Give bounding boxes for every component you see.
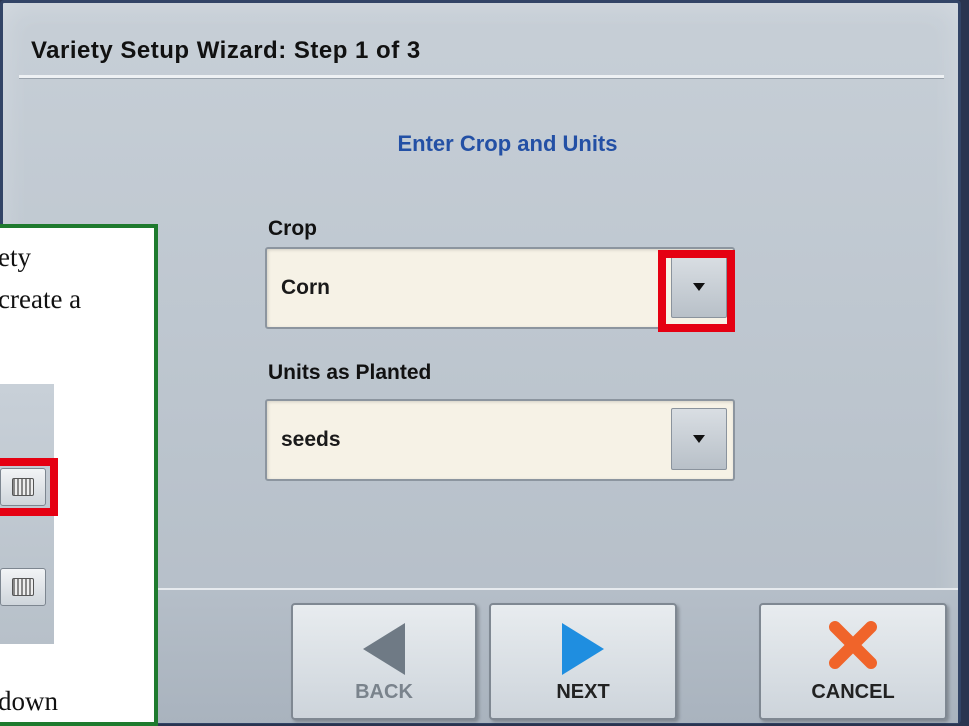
crop-label: Crop: [268, 217, 317, 240]
units-label: Units as Planted: [268, 361, 432, 384]
cancel-button-label: CANCEL: [811, 681, 895, 703]
callout-text-line3: down: [0, 686, 58, 716]
units-dropdown[interactable]: seeds: [265, 399, 735, 481]
next-button-label: NEXT: [556, 681, 610, 703]
units-value: seeds: [281, 428, 341, 451]
wizard-subtitle: Enter Crop and Units: [397, 131, 618, 156]
instruction-callout: ety create a down: [0, 224, 158, 726]
close-icon: [827, 619, 879, 676]
title-divider: [19, 75, 944, 79]
callout-text-line2: create a: [0, 284, 82, 314]
back-arrow-icon: [359, 619, 409, 684]
keyboard-button: [0, 568, 46, 606]
units-dropdown-button[interactable]: [671, 408, 727, 470]
crop-value: Corn: [281, 276, 330, 299]
cancel-button[interactable]: CANCEL: [759, 603, 947, 720]
back-button[interactable]: BACK: [291, 603, 477, 720]
keyboard-highlight: [0, 458, 58, 516]
callout-text-line1: ety: [0, 242, 31, 272]
next-arrow-icon: [558, 619, 608, 684]
keyboard-icon: [12, 578, 34, 596]
crop-dropdown-highlight: [658, 250, 735, 332]
back-button-label: BACK: [355, 681, 413, 703]
wizard-title: Variety Setup Wizard: Step 1 of 3: [31, 37, 421, 64]
chevron-down-icon: [693, 435, 705, 443]
next-button[interactable]: NEXT: [489, 603, 677, 720]
